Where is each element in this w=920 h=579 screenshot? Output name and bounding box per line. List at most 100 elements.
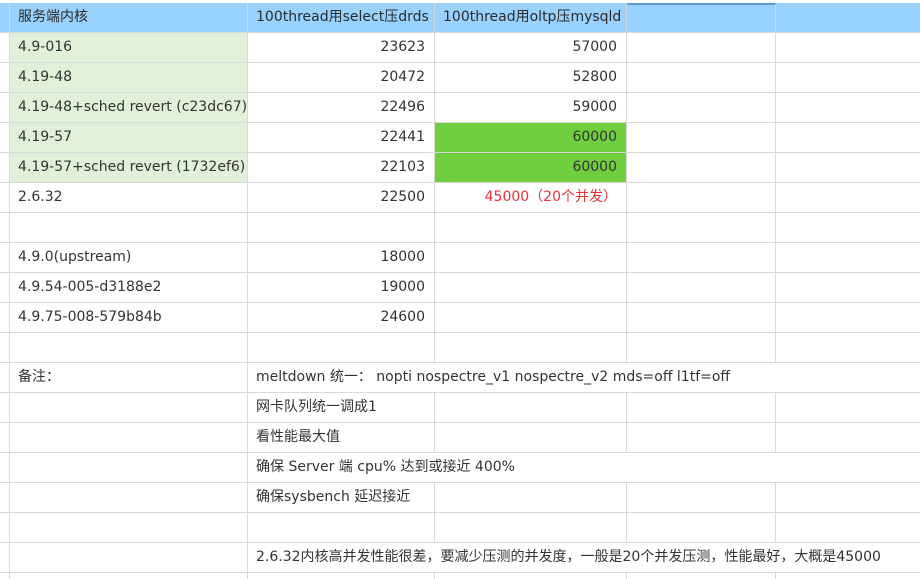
empty-cell[interactable]: [776, 213, 920, 242]
empty-cell[interactable]: [435, 513, 627, 542]
mysqld-value-cell[interactable]: 59000: [435, 93, 627, 122]
mysqld-value-cell-highlight[interactable]: 60000: [435, 123, 627, 152]
empty-cell[interactable]: [10, 333, 248, 362]
kernel-cell[interactable]: 4.19-48+sched revert (c23dc67): [10, 93, 248, 122]
empty-cell[interactable]: [627, 333, 776, 362]
empty-cell[interactable]: [627, 423, 776, 452]
kernel-cell[interactable]: 4.9.75-008-579b84b: [10, 303, 248, 332]
empty-cell[interactable]: [10, 513, 248, 542]
empty-cell[interactable]: [776, 153, 920, 182]
kernel-cell[interactable]: [10, 213, 248, 242]
empty-cell[interactable]: [627, 273, 776, 302]
mysqld-value-cell[interactable]: 57000: [435, 33, 627, 62]
drds-value-cell[interactable]: 19000: [248, 273, 435, 302]
empty-cell[interactable]: [776, 303, 920, 332]
drds-value-cell[interactable]: 22496: [248, 93, 435, 122]
kernel-cell[interactable]: 4.19-48: [10, 63, 248, 92]
empty-cell[interactable]: [627, 393, 776, 422]
row-gutter: [0, 333, 10, 362]
notes-label[interactable]: 备注：: [10, 363, 248, 392]
kernel-cell[interactable]: 4.19-57+sched revert (1732ef6): [10, 153, 248, 182]
empty-cell[interactable]: [435, 483, 627, 512]
note-line[interactable]: 网卡队列统一调成1: [248, 393, 435, 422]
mysqld-value-cell[interactable]: [435, 303, 627, 332]
empty-cell[interactable]: [248, 513, 435, 542]
drds-value-cell[interactable]: 24600: [248, 303, 435, 332]
empty-cell[interactable]: [435, 423, 627, 452]
empty-cell[interactable]: [776, 423, 920, 452]
drds-value-cell[interactable]: 20472: [248, 63, 435, 92]
kernel-cell[interactable]: 4.9-016: [10, 33, 248, 62]
kernel-cell[interactable]: 4.9.54-005-d3188e2: [10, 273, 248, 302]
empty-cell[interactable]: [627, 213, 776, 242]
empty-cell[interactable]: [627, 33, 776, 62]
empty-cell[interactable]: [435, 573, 627, 579]
empty-cell[interactable]: [776, 483, 920, 512]
empty-cell[interactable]: [10, 423, 248, 452]
kernel-cell[interactable]: 4.9.0(upstream): [10, 243, 248, 272]
empty-cell[interactable]: [10, 483, 248, 512]
note-line[interactable]: 确保sysbench 延迟接近: [248, 483, 435, 512]
drds-value-cell[interactable]: [248, 213, 435, 242]
row-gutter: [0, 543, 10, 572]
empty-cell[interactable]: [776, 243, 920, 272]
empty-cell[interactable]: [776, 333, 920, 362]
empty-cell[interactable]: [776, 123, 920, 152]
empty-cell[interactable]: [627, 573, 776, 579]
empty-cell[interactable]: [776, 93, 920, 122]
empty-cell[interactable]: [248, 573, 435, 579]
mysqld-value-cell[interactable]: 52800: [435, 63, 627, 92]
note-final[interactable]: 2.6.32内核高并发性能很差，要减少压测的并发度，一般是20个并发压测，性能最…: [248, 543, 920, 572]
header-empty-cell[interactable]: [627, 3, 776, 32]
empty-cell[interactable]: [776, 273, 920, 302]
empty-cell[interactable]: [776, 183, 920, 212]
mysqld-value-cell-highlight[interactable]: 60000: [435, 153, 627, 182]
header-row: 服务端内核 100thread用select压drds 100thread用ol…: [0, 3, 920, 33]
empty-cell[interactable]: [627, 483, 776, 512]
row-gutter: [0, 213, 10, 242]
header-select-drds[interactable]: 100thread用select压drds: [248, 3, 435, 32]
note-line[interactable]: 确保 Server 端 cpu% 达到或接近 400%: [248, 453, 920, 482]
drds-value-cell[interactable]: 22500: [248, 183, 435, 212]
header-oltp-mysqld[interactable]: 100thread用oltp压mysqld: [435, 3, 627, 32]
mysqld-value-cell-warning[interactable]: 45000（20个并发）: [435, 183, 627, 212]
row-gutter: [0, 363, 10, 392]
mysqld-value-cell[interactable]: [435, 243, 627, 272]
empty-cell[interactable]: [776, 513, 920, 542]
empty-cell[interactable]: [776, 33, 920, 62]
empty-cell[interactable]: [10, 573, 248, 579]
empty-cell[interactable]: [627, 123, 776, 152]
note-line[interactable]: 看性能最大值: [248, 423, 435, 452]
note-line[interactable]: meltdown 统一： nopti nospectre_v1 nospectr…: [248, 363, 920, 392]
empty-cell[interactable]: [627, 243, 776, 272]
empty-cell[interactable]: [776, 393, 920, 422]
drds-value-cell[interactable]: 23623: [248, 33, 435, 62]
empty-cell[interactable]: [627, 93, 776, 122]
mysqld-value-cell[interactable]: [435, 213, 627, 242]
empty-cell[interactable]: [10, 543, 248, 572]
drds-value-cell[interactable]: 22441: [248, 123, 435, 152]
empty-cell[interactable]: [627, 153, 776, 182]
header-empty-cell[interactable]: [776, 3, 920, 32]
empty-cell[interactable]: [627, 63, 776, 92]
drds-value-cell[interactable]: 22103: [248, 153, 435, 182]
header-kernel[interactable]: 服务端内核: [10, 3, 248, 32]
row-gutter: [0, 453, 10, 482]
empty-cell[interactable]: [776, 573, 920, 579]
row-gutter: [0, 273, 10, 302]
empty-cell[interactable]: [627, 513, 776, 542]
empty-cell[interactable]: [627, 183, 776, 212]
drds-value-cell[interactable]: 18000: [248, 243, 435, 272]
empty-cell[interactable]: [776, 63, 920, 92]
empty-cell[interactable]: [248, 333, 435, 362]
table-row: 4.9-016 23623 57000: [0, 33, 920, 63]
table-row: 4.9.75-008-579b84b 24600: [0, 303, 920, 333]
kernel-cell[interactable]: 2.6.32: [10, 183, 248, 212]
empty-cell[interactable]: [627, 303, 776, 332]
empty-cell[interactable]: [435, 333, 627, 362]
empty-cell[interactable]: [10, 393, 248, 422]
empty-cell[interactable]: [435, 393, 627, 422]
empty-cell[interactable]: [10, 453, 248, 482]
mysqld-value-cell[interactable]: [435, 273, 627, 302]
kernel-cell[interactable]: 4.19-57: [10, 123, 248, 152]
